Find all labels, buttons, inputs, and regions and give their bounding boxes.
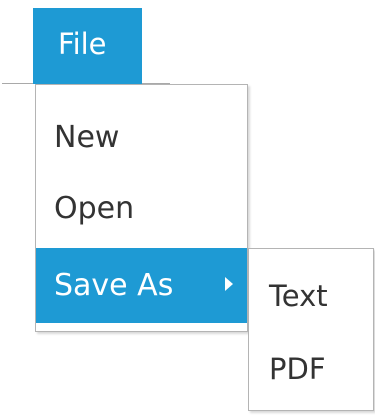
file-dropdown-menu: New Open Save As: [35, 84, 248, 332]
save-as-submenu: Text PDF: [248, 248, 374, 411]
submenu-item-text[interactable]: Text: [249, 266, 373, 326]
file-menu-button[interactable]: File: [33, 8, 142, 84]
submenu-item-pdf[interactable]: PDF: [249, 339, 373, 399]
desktop-canvas: File New Open Save As Text PDF: [0, 0, 375, 417]
caret-right-icon: [225, 277, 233, 291]
menu-item-new[interactable]: New: [36, 100, 247, 175]
menu-item-save-as-label: Save As: [54, 268, 174, 303]
menu-item-open[interactable]: Open: [36, 171, 247, 246]
menu-item-save-as[interactable]: Save As: [36, 248, 247, 323]
